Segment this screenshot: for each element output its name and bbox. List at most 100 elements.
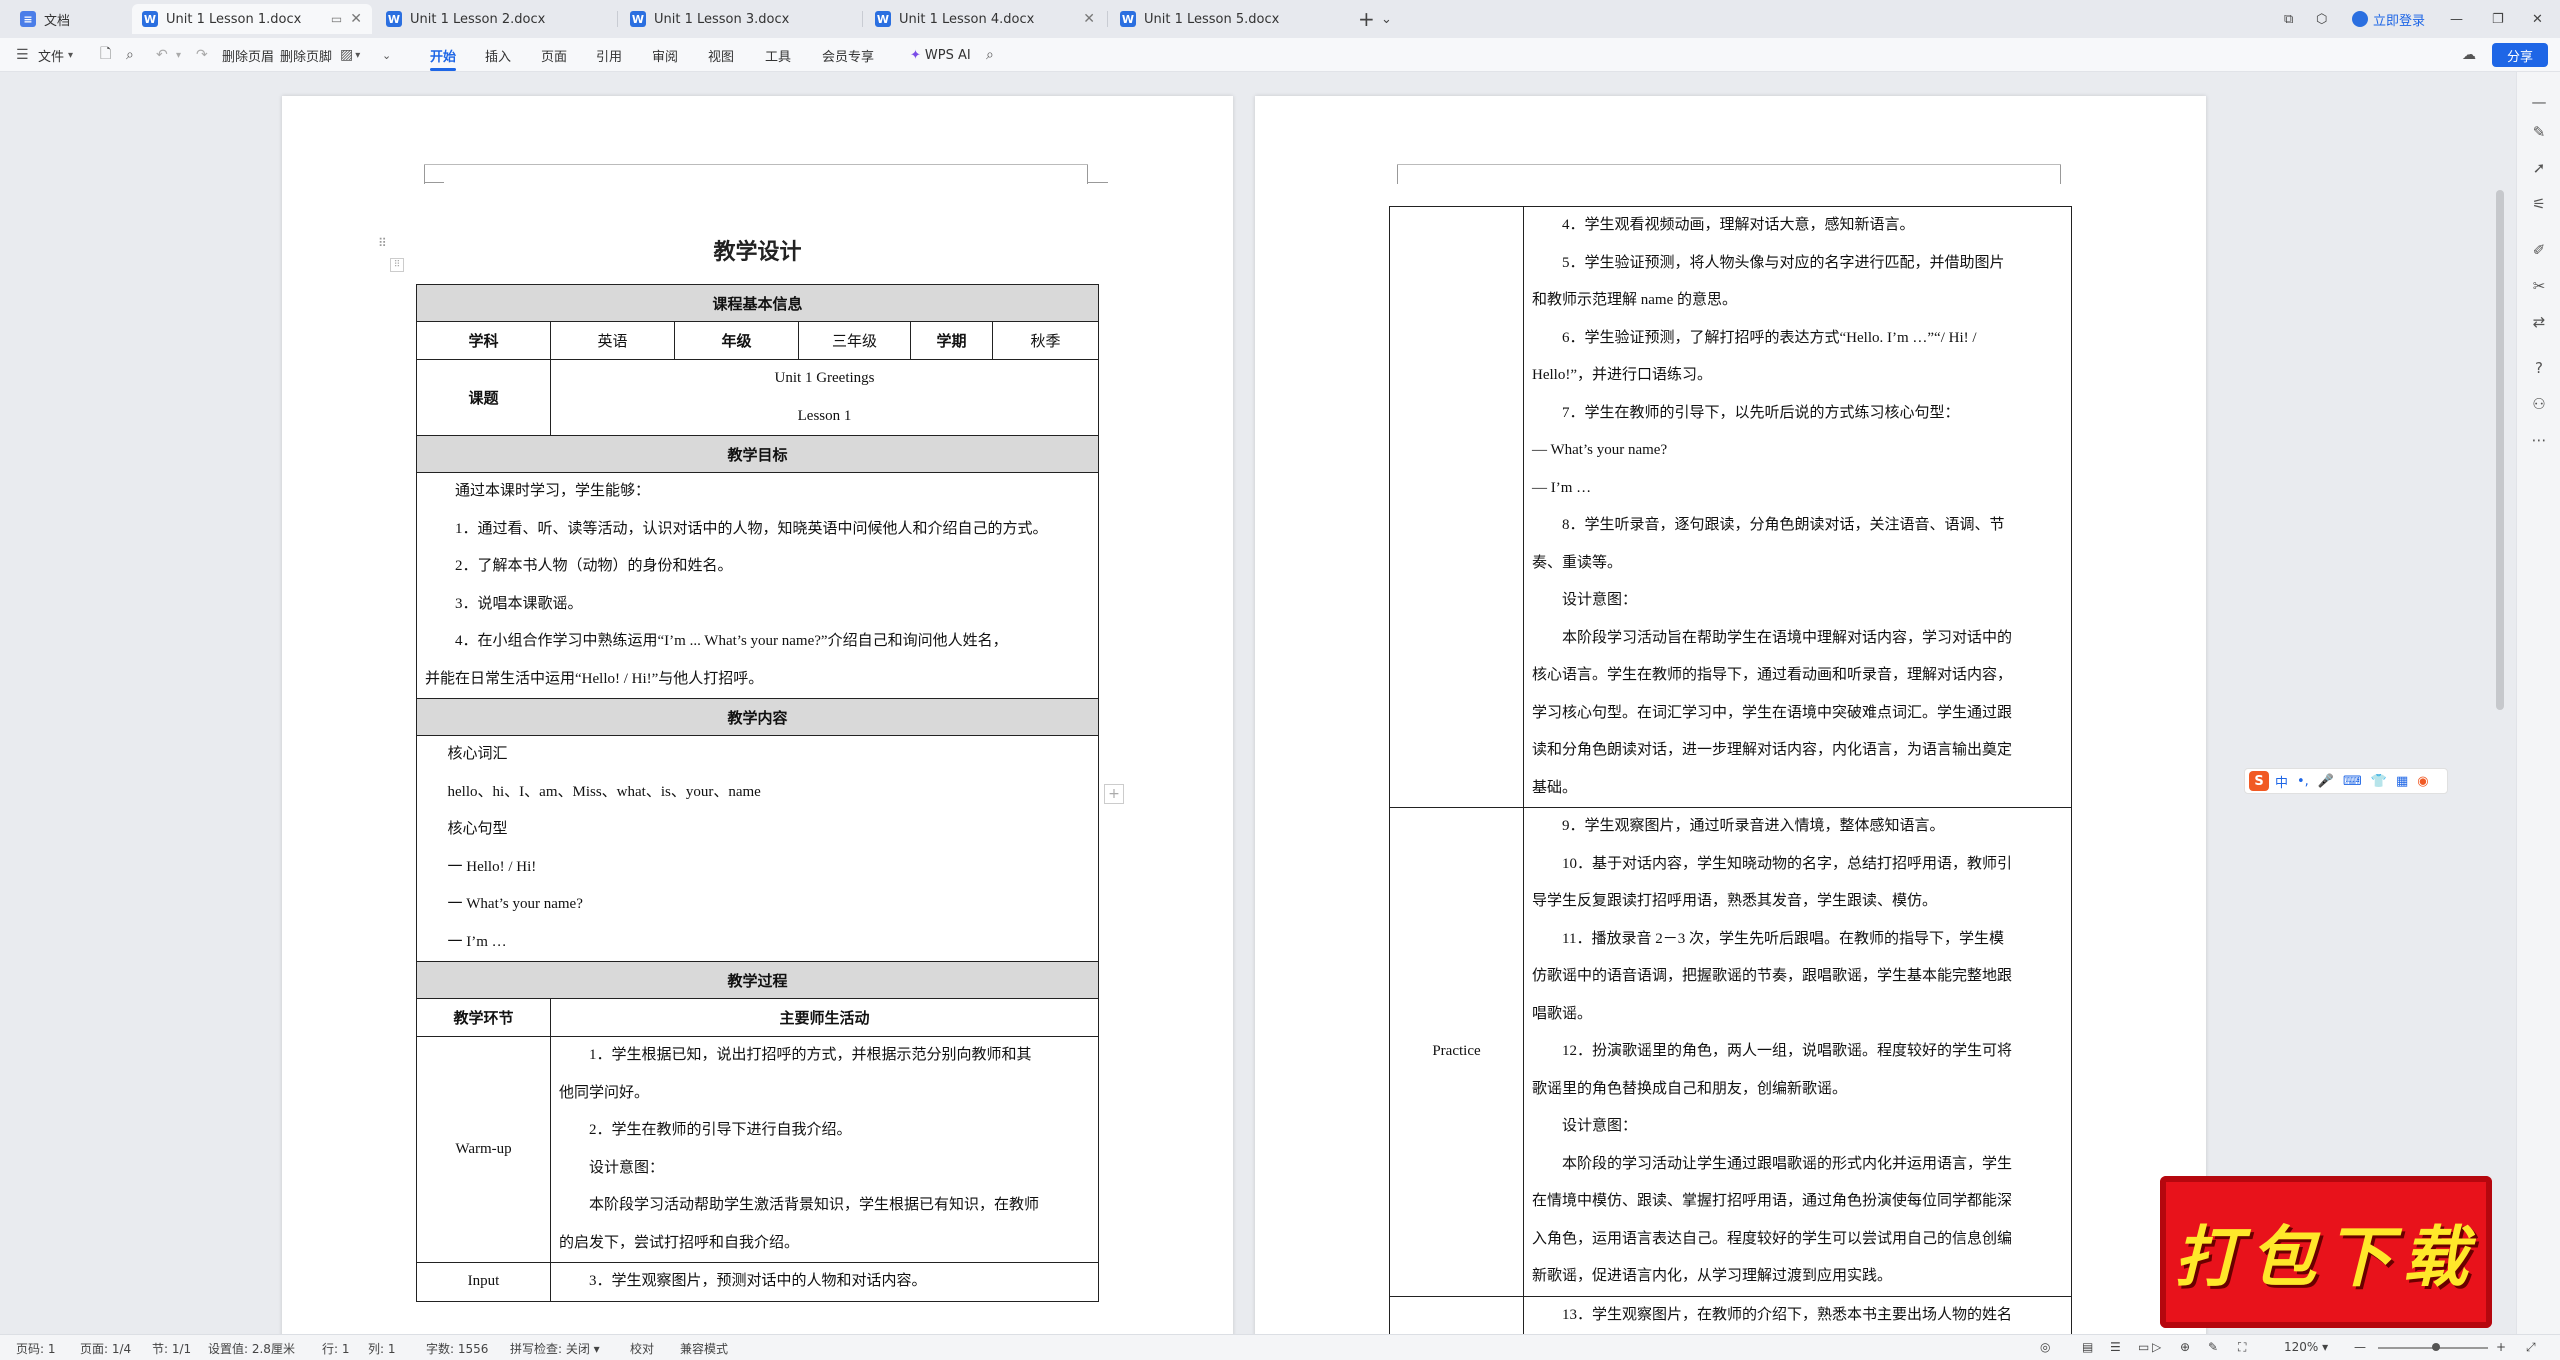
grade-label: 年级 (674, 321, 799, 360)
menu-review[interactable]: 审阅 (652, 44, 678, 66)
status-words[interactable]: 字数: 1556 (426, 1340, 488, 1357)
new-tab-button[interactable]: + (1358, 6, 1375, 32)
cloud-sync-icon[interactable]: ☁ (2462, 44, 2476, 66)
search-icon[interactable]: ⌕ (986, 44, 994, 66)
word-file-icon: W (386, 11, 402, 27)
close-window-button[interactable]: ✕ (2532, 6, 2543, 32)
menu-icon[interactable]: ☰ (16, 44, 29, 66)
minimize-button[interactable]: — (2450, 6, 2463, 32)
window-layout-icon[interactable]: ⧉ (2284, 6, 2293, 32)
page-view-icon[interactable]: ▤ (2082, 1340, 2093, 1354)
activity-line: Hello!”，并进行口语练习。 (1532, 367, 1712, 383)
punctuation-icon[interactable]: •, (2297, 774, 2309, 789)
download-banner[interactable]: 打包下载 (2160, 1176, 2492, 1328)
ime-toolbar[interactable]: S 中 •, 🎤 ⌨ 👕 ▦ ◉ (2244, 768, 2448, 794)
help-icon[interactable]: ? (2529, 358, 2549, 378)
activity-col-header: 主要师生活动 (549, 998, 1100, 1037)
outline-view-icon[interactable]: ☰ (2110, 1340, 2121, 1354)
topic-value: Unit 1 Greetings Lesson 1 (549, 359, 1100, 436)
tab-list-chevron-icon[interactable]: ⌄ (1381, 6, 1392, 32)
ime-menu-icon[interactable]: ◉ (2417, 774, 2428, 789)
activity-line: — What’s your name? (1532, 442, 1668, 458)
status-section[interactable]: 节: 1/1 (152, 1340, 191, 1357)
fullscreen-icon[interactable]: ⤢ (2526, 1340, 2536, 1355)
ime-mode[interactable]: 中 (2275, 772, 2288, 791)
keyboard-icon[interactable]: ⌨ (2343, 774, 2362, 789)
menu-page[interactable]: 页面 (541, 44, 567, 66)
cursor-icon[interactable]: ➚ (2529, 158, 2549, 178)
delete-blank-page-button[interactable]: 删除页眉 (222, 44, 274, 66)
fit-page-icon[interactable]: ⛶ (2238, 1340, 2246, 1355)
activity-line: 入角色，运用语言表达自己。程度较好的学生可以尝试用自己的信息创编 (1532, 1230, 2013, 1247)
share-node-icon[interactable]: ⚇ (2529, 394, 2549, 414)
undo-dropdown-icon[interactable]: ▾ (176, 44, 181, 66)
zoom-level[interactable]: 120% ▾ (2284, 1340, 2328, 1354)
close-icon[interactable]: ✕ (1083, 11, 1095, 27)
more-icon[interactable]: ⋯ (2529, 430, 2549, 450)
menu-view[interactable]: 视图 (708, 44, 734, 66)
annotate-icon[interactable]: ✎ (2208, 1340, 2218, 1354)
collapse-icon[interactable]: — (2529, 92, 2549, 112)
status-col[interactable]: 列: 1 (368, 1340, 396, 1357)
download-banner-text: 打包下载 (2174, 1218, 2478, 1296)
tab-divider (1107, 11, 1108, 27)
edit-box-icon[interactable]: ✐ (2529, 240, 2549, 260)
menu-start[interactable]: 开始 (430, 44, 457, 71)
pin-icon[interactable]: ▭ (331, 12, 342, 26)
file-menu[interactable]: 文件 ▾ (38, 44, 73, 66)
tab-unit1-lesson1[interactable]: W Unit 1 Lesson 1.docx ▭ ✕ (132, 4, 372, 34)
add-column-icon[interactable]: + (1104, 784, 1124, 804)
search-doc-icon[interactable]: ⌕ (126, 44, 134, 66)
section-header: 教学过程 (415, 961, 1100, 999)
activity-cell: 9．学生观察图片，通过听录音进入情境，整体感知语言。 10．基于对话内容，学生知… (1523, 807, 2072, 1297)
transfer-icon[interactable]: ⇄ (2529, 312, 2549, 332)
redo-icon[interactable]: ↷ (196, 44, 208, 66)
status-pages[interactable]: 页面: 1/4 (80, 1340, 131, 1357)
activity-line: 基础。 (1532, 779, 1578, 796)
zoom-in-icon[interactable]: + (2496, 1340, 2506, 1354)
save-icon[interactable]: 🗋 (100, 44, 111, 66)
tab-unit1-lesson5[interactable]: W Unit 1 Lesson 5.docx (1110, 4, 1350, 34)
pen-icon[interactable]: ✎ (2529, 122, 2549, 142)
tab-home[interactable]: ≡ 文档 (10, 4, 128, 34)
activity-line: 6．学生验证预测，了解打招呼的表达方式“Hello. I’m …”“/ Hi! … (1562, 329, 1977, 346)
close-icon[interactable]: ✕ (350, 11, 362, 27)
read-view-icon[interactable]: ▭ (2138, 1340, 2149, 1354)
proofread-button[interactable]: 校对 (630, 1340, 654, 1357)
tab-unit1-lesson3[interactable]: W Unit 1 Lesson 3.docx (620, 4, 860, 34)
menu-member[interactable]: 会员专享 (822, 44, 874, 66)
format-icon[interactable]: ▨ ▾ (340, 44, 360, 66)
status-setting[interactable]: 设置值: 2.8厘米 (208, 1340, 295, 1357)
share-button[interactable]: 分享 (2492, 43, 2548, 67)
undo-icon[interactable]: ↶ (156, 44, 168, 66)
status-row[interactable]: 行: 1 (322, 1340, 350, 1357)
login-button[interactable]: 立即登录 (2352, 6, 2425, 32)
restore-button[interactable]: ❐ (2492, 6, 2504, 32)
microphone-icon[interactable]: 🎤 (2318, 774, 2334, 789)
play-icon[interactable]: ▷ (2152, 1340, 2161, 1354)
status-page[interactable]: 页码: 1 (16, 1340, 56, 1357)
menu-tools[interactable]: 工具 (765, 44, 791, 66)
cube-icon[interactable]: ⬡ (2316, 6, 2327, 32)
vertical-scrollbar[interactable] (2496, 190, 2504, 710)
spell-check-toggle[interactable]: 拼写检查: 关闭 ▾ (510, 1340, 600, 1357)
menu-reference[interactable]: 引用 (596, 44, 622, 66)
skin-icon[interactable]: 👕 (2371, 774, 2387, 789)
zoom-out-icon[interactable]: — (2354, 1340, 2366, 1354)
zoom-slider-thumb[interactable] (2432, 1343, 2440, 1351)
toolbox-icon[interactable]: ▦ (2396, 774, 2408, 789)
wps-ai-button[interactable]: ✦ WPS AI (910, 44, 971, 66)
stage-label: Input (416, 1262, 551, 1302)
delete-header-button[interactable]: 删除页脚 (280, 44, 332, 66)
section-header: 课程基本信息 (415, 284, 1100, 322)
magic-tool-icon[interactable]: ✂ (2529, 276, 2549, 296)
tab-unit1-lesson2[interactable]: W Unit 1 Lesson 2.docx (376, 4, 616, 34)
vocab-list: hello、hi、I、am、Miss、what、is、your、name (447, 783, 761, 800)
activity-line: 设计意图： (1562, 1118, 1638, 1134)
tab-unit1-lesson4[interactable]: W Unit 1 Lesson 4.docx ✕ (865, 4, 1105, 34)
more-chevron-icon[interactable]: ⌄ (382, 44, 391, 66)
eye-protection-icon[interactable]: ◎ (2040, 1340, 2050, 1354)
web-view-icon[interactable]: ⊕ (2180, 1340, 2190, 1354)
menu-insert[interactable]: 插入 (485, 44, 511, 66)
settings-sliders-icon[interactable]: ⚟ (2529, 194, 2549, 214)
